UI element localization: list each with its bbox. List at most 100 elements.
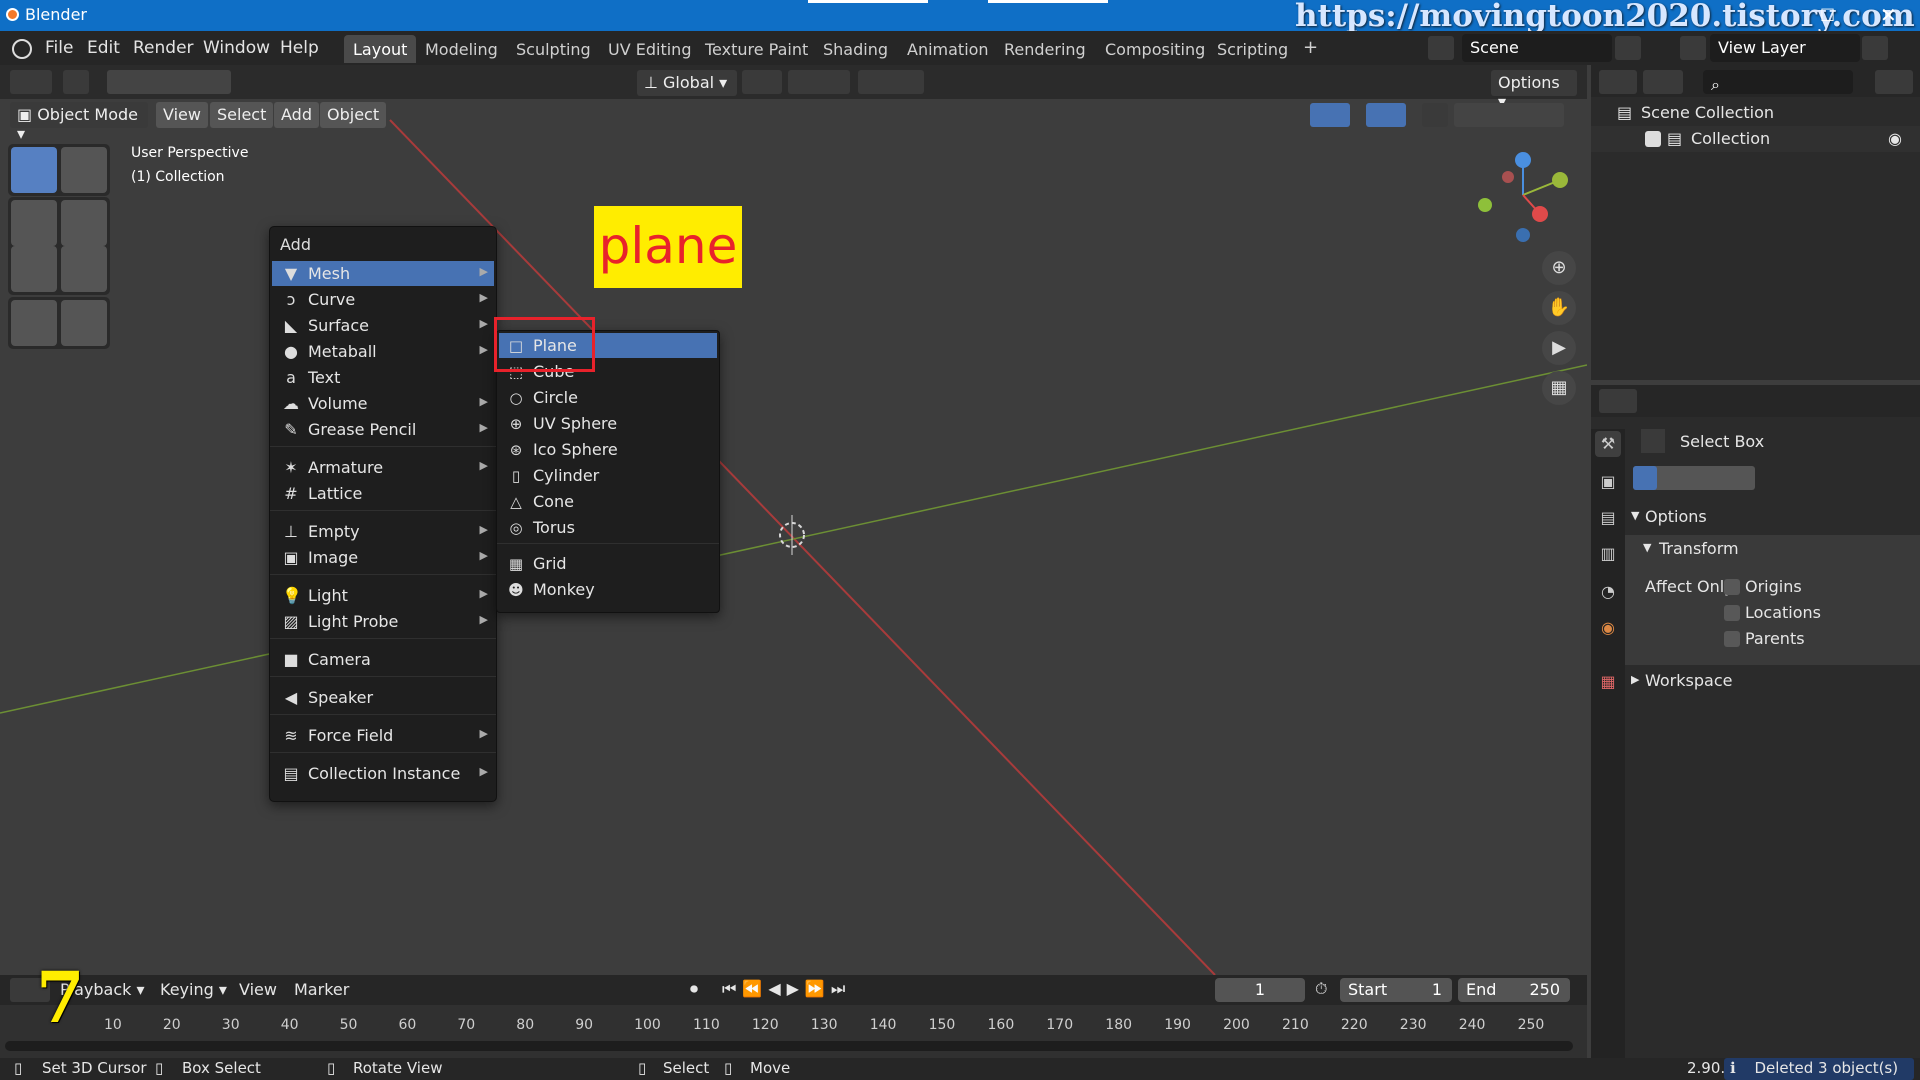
add-menu-item-speaker[interactable]: ◀ Speaker: [272, 685, 494, 710]
measure-tool[interactable]: [61, 300, 107, 346]
mesh-item-cylinder[interactable]: ▯ Cylinder: [499, 463, 717, 488]
pan-hand-icon[interactable]: ✋: [1542, 291, 1576, 325]
options-panel-header[interactable]: ▼ Options: [1625, 503, 1920, 535]
add-menu-item-mesh[interactable]: ▼ Mesh ▶: [272, 261, 494, 286]
current-frame-field[interactable]: 1: [1215, 978, 1305, 1002]
menu-help[interactable]: Help: [280, 38, 319, 58]
visibility-eye-icon[interactable]: ◉: [1888, 129, 1902, 148]
mesh-item-cone[interactable]: △ Cone: [499, 489, 717, 514]
scene-selector-icon[interactable]: [1428, 36, 1454, 60]
mesh-item-torus[interactable]: ◎ Torus: [499, 515, 717, 540]
add-menu-item-light-probe[interactable]: ▨ Light Probe ▶: [272, 609, 494, 634]
transform-orientation-dropdown[interactable]: ⊥ Global ▾: [637, 70, 737, 96]
transform-tool[interactable]: [61, 246, 107, 292]
overlay-toggle-icon[interactable]: [1366, 103, 1406, 127]
xray-toggle-icon[interactable]: [1422, 103, 1448, 127]
tool-tab-icon[interactable]: ⚒: [1595, 431, 1621, 457]
menu-window[interactable]: Window: [203, 38, 270, 58]
maximize-button[interactable]: □: [1820, 4, 1835, 23]
shading-mode-buttons[interactable]: [1454, 103, 1564, 127]
timer-icon[interactable]: ⏱: [1315, 979, 1327, 999]
cursor-tool[interactable]: [61, 147, 107, 193]
3d-viewport[interactable]: ⊥ Global ▾ Options ▾ ▣ Object Mode ▾ Vie…: [0, 65, 1587, 975]
perspective-toggle-icon[interactable]: ▦: [1542, 371, 1576, 405]
tab-sculpting[interactable]: Sculpting: [507, 35, 600, 63]
menu-file[interactable]: File: [45, 38, 73, 58]
menu-render[interactable]: Render: [133, 38, 194, 58]
timeline-scrollbar[interactable]: [5, 1041, 1573, 1051]
mesh-item-circle[interactable]: ○ Circle: [499, 385, 717, 410]
menu-view[interactable]: View: [156, 102, 208, 128]
tab-layout[interactable]: Layout: [344, 35, 417, 63]
mode-new-button[interactable]: [1633, 466, 1657, 490]
view-layer-field[interactable]: View Layer: [1710, 34, 1860, 62]
view-layer-tab-icon[interactable]: ▥: [1595, 541, 1621, 567]
rotate-tool[interactable]: [61, 200, 107, 246]
filter-icon[interactable]: [1875, 70, 1913, 94]
tab-texture-paint[interactable]: Texture Paint: [696, 35, 817, 63]
add-menu-item-light[interactable]: 💡 Light ▶: [272, 583, 494, 608]
editor-type-icon[interactable]: [10, 70, 52, 94]
add-menu-item-collection-instance[interactable]: ▤ Collection Instance ▶: [272, 761, 494, 786]
menu-edit[interactable]: Edit: [87, 38, 120, 58]
tab-animation[interactable]: Animation: [898, 35, 998, 63]
scale-tool[interactable]: [11, 246, 57, 292]
zoom-icon[interactable]: ⊕: [1542, 251, 1576, 285]
parents-checkbox[interactable]: [1724, 631, 1740, 647]
editor-type-icon[interactable]: [1599, 70, 1637, 94]
tab-modeling[interactable]: Modeling: [416, 35, 507, 63]
proportional-edit-icon[interactable]: [858, 70, 924, 94]
locations-checkbox[interactable]: [1724, 605, 1740, 621]
add-menu-item-text[interactable]: a Text: [272, 365, 494, 390]
gizmo-toggle-icon[interactable]: [1310, 103, 1350, 127]
mode-dropdown[interactable]: ▣ Object Mode ▾: [10, 102, 148, 143]
record-icon[interactable]: ⏺: [690, 979, 698, 999]
mesh-item-grid[interactable]: ▦ Grid: [499, 551, 717, 576]
start-frame-field[interactable]: Start 1: [1340, 978, 1452, 1002]
close-button[interactable]: ✕: [1880, 3, 1897, 27]
view-layer-icon[interactable]: [1680, 36, 1706, 60]
blender-menu-icon[interactable]: [12, 39, 32, 59]
add-menu-item-image[interactable]: ▣ Image ▶: [272, 545, 494, 570]
add-menu-item-metaball[interactable]: ● Metaball ▶: [272, 339, 494, 364]
menu-select[interactable]: Select: [210, 102, 274, 128]
tab-scripting[interactable]: Scripting: [1208, 35, 1297, 63]
editor-type-icon[interactable]: [1599, 389, 1637, 413]
keying-dropdown[interactable]: Keying ▾: [160, 980, 227, 999]
add-menu-item-armature[interactable]: ✶ Armature ▶: [272, 455, 494, 480]
outliner-row-collection[interactable]: ▤ Collection ◉: [1591, 126, 1920, 152]
transform-subpanel-header[interactable]: ▼ Transform: [1625, 535, 1920, 565]
mesh-item-ico-sphere[interactable]: ⊛ Ico Sphere: [499, 437, 717, 462]
add-menu-item-lattice[interactable]: # Lattice: [272, 481, 494, 506]
outliner-row-scene-collection[interactable]: ▤ Scene Collection: [1591, 100, 1920, 126]
add-menu-item-curve[interactable]: ↄ Curve ▶: [272, 287, 494, 312]
origins-checkbox[interactable]: [1724, 579, 1740, 595]
texture-tab-icon[interactable]: ▦: [1595, 669, 1621, 695]
move-tool[interactable]: [11, 200, 57, 246]
output-tab-icon[interactable]: ▤: [1595, 505, 1621, 531]
workspace-panel-header[interactable]: ▶ Workspace: [1625, 667, 1920, 699]
select-mode-buttons[interactable]: [107, 70, 231, 94]
annotate-tool[interactable]: [11, 300, 57, 346]
display-mode-icon[interactable]: [1643, 70, 1683, 94]
select-box-tool[interactable]: [11, 147, 57, 193]
visibility-icon[interactable]: [1266, 103, 1306, 127]
options-dropdown[interactable]: Options ▾: [1491, 70, 1577, 111]
mesh-item-uv-sphere[interactable]: ⊕ UV Sphere: [499, 411, 717, 436]
new-scene-icon[interactable]: [1615, 36, 1641, 60]
timeline-view-menu[interactable]: View: [239, 980, 277, 999]
menu-object[interactable]: Object: [320, 102, 387, 128]
mesh-item-monkey[interactable]: ☻ Monkey: [499, 577, 717, 602]
navigation-gizmo[interactable]: [1468, 145, 1578, 255]
tool-icon[interactable]: [63, 70, 89, 94]
snap-icon[interactable]: [788, 70, 850, 94]
scene-tab-icon[interactable]: ◔: [1595, 579, 1621, 605]
add-menu-item-force-field[interactable]: ≋ Force Field ▶: [272, 723, 494, 748]
timeline-marker-menu[interactable]: Marker: [294, 980, 349, 999]
world-tab-icon[interactable]: ◉: [1595, 615, 1621, 641]
collection-checkbox[interactable]: [1645, 131, 1661, 147]
new-view-layer-icon[interactable]: [1862, 36, 1888, 60]
add-menu-item-grease-pencil[interactable]: ✎ Grease Pencil ▶: [272, 417, 494, 442]
playback-controls[interactable]: ⏮⏪◀▶⏩⏭: [722, 979, 851, 999]
add-workspace-button[interactable]: +: [1294, 35, 1327, 63]
